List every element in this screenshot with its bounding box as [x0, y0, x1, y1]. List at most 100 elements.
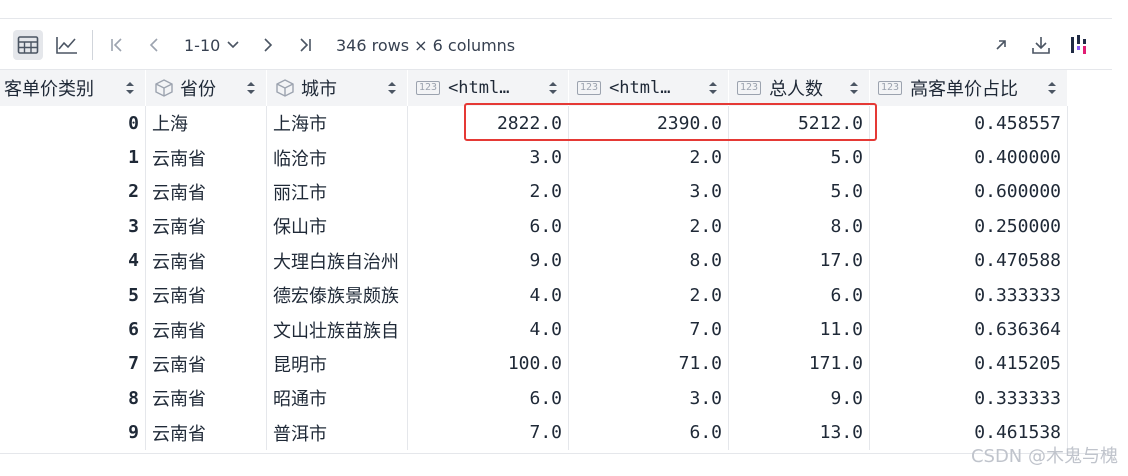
table-row[interactable]: 2 云南省 丽江市 2.0 3.0 5.0 0.600000: [0, 174, 1068, 210]
cell-city[interactable]: 昭通市: [267, 381, 408, 416]
download-button[interactable]: [1026, 30, 1056, 60]
numeric-123-icon: 123: [577, 81, 602, 95]
column-header-html-2[interactable]: 123 <html…: [569, 70, 729, 106]
table-view-button[interactable]: [13, 30, 43, 60]
cell-html-1[interactable]: 4.0: [408, 312, 569, 347]
column-header-city[interactable]: 城市: [267, 70, 408, 106]
cell-city[interactable]: 保山市: [267, 209, 408, 244]
table-row[interactable]: 9 云南省 普洱市 7.0 6.0 13.0 0.461538: [0, 415, 1068, 450]
cell-html-1[interactable]: 3.0: [408, 140, 569, 175]
column-header-price-category[interactable]: 客单价类别: [0, 70, 146, 106]
cell-total[interactable]: 5.0: [729, 140, 870, 175]
sort-icon[interactable]: [387, 81, 397, 95]
column-header-label: 城市: [301, 79, 337, 100]
cell-ratio[interactable]: 0.458557: [870, 106, 1068, 141]
cell-total[interactable]: 5.0: [729, 174, 870, 210]
cell-total[interactable]: 13.0: [729, 415, 870, 450]
first-page-button[interactable]: [102, 30, 132, 60]
cell-ratio[interactable]: 0.333333: [870, 278, 1068, 313]
cell-total[interactable]: 8.0: [729, 209, 870, 244]
cell-ratio[interactable]: 0.600000: [870, 174, 1068, 210]
cell-province[interactable]: 云南省: [146, 381, 267, 416]
cell-city[interactable]: 普洱市: [267, 415, 408, 450]
expand-button[interactable]: [986, 30, 1016, 60]
cell-html-2[interactable]: 7.0: [569, 312, 729, 347]
cell-html-2[interactable]: 2.0: [569, 140, 729, 175]
cell-html-1[interactable]: 9.0: [408, 243, 569, 278]
chevron-down-icon: [227, 41, 239, 49]
cell-city[interactable]: 临沧市: [267, 140, 408, 175]
sort-icon[interactable]: [708, 81, 718, 95]
column-header-label: 总人数: [769, 79, 824, 100]
cell-province[interactable]: 云南省: [146, 346, 267, 382]
table-row[interactable]: 3 云南省 保山市 6.0 2.0 8.0 0.250000: [0, 209, 1068, 244]
bottom-border: [0, 453, 1112, 454]
cell-province[interactable]: 云南省: [146, 278, 267, 313]
last-page-button[interactable]: [290, 30, 320, 60]
cell-html-1[interactable]: 2.0: [408, 174, 569, 210]
column-header-html-1[interactable]: 123 <html…: [408, 70, 569, 106]
cell-total[interactable]: 11.0: [729, 312, 870, 347]
cell-ratio[interactable]: 0.415205: [870, 346, 1068, 382]
cell-html-1[interactable]: 7.0: [408, 415, 569, 450]
next-page-button[interactable]: [252, 30, 282, 60]
cell-province[interactable]: 云南省: [146, 243, 267, 278]
cell-city[interactable]: 大理白族自治州: [267, 243, 408, 278]
sort-icon[interactable]: [1047, 81, 1057, 95]
cell-total[interactable]: 6.0: [729, 278, 870, 313]
table-row[interactable]: 1 云南省 临沧市 3.0 2.0 5.0 0.400000: [0, 140, 1068, 175]
cell-city[interactable]: 昆明市: [267, 346, 408, 382]
cell-city[interactable]: 上海市: [267, 106, 408, 141]
cell-html-1[interactable]: 6.0: [408, 209, 569, 244]
table-row[interactable]: 7 云南省 昆明市 100.0 71.0 171.0 0.415205: [0, 346, 1068, 382]
cell-ratio[interactable]: 0.636364: [870, 312, 1068, 347]
cell-city[interactable]: 丽江市: [267, 174, 408, 210]
cell-city[interactable]: 德宏傣族景颇族: [267, 278, 408, 313]
cell-province[interactable]: 云南省: [146, 140, 267, 175]
cell-html-2[interactable]: 71.0: [569, 346, 729, 382]
sort-icon[interactable]: [246, 81, 256, 95]
row-index: 8: [0, 381, 146, 416]
column-header-high-price-ratio[interactable]: 123 高客单价占比: [870, 70, 1068, 106]
column-header-province[interactable]: 省份: [146, 70, 267, 106]
row-index: 4: [0, 243, 146, 278]
cell-html-2[interactable]: 2.0: [569, 209, 729, 244]
cell-ratio[interactable]: 0.333333: [870, 381, 1068, 416]
cell-ratio[interactable]: 0.470588: [870, 243, 1068, 278]
cell-province[interactable]: 云南省: [146, 312, 267, 347]
data-wrangler-button[interactable]: [1064, 30, 1094, 60]
sort-icon[interactable]: [548, 81, 558, 95]
numeric-123-icon: 123: [416, 81, 441, 95]
table-row[interactable]: 6 云南省 文山壮族苗族自 4.0 7.0 11.0 0.636364: [0, 312, 1068, 347]
cell-html-2[interactable]: 3.0: [569, 174, 729, 210]
table-row[interactable]: 4 云南省 大理白族自治州 9.0 8.0 17.0 0.470588: [0, 243, 1068, 278]
sort-icon[interactable]: [125, 81, 135, 95]
cell-total[interactable]: 9.0: [729, 381, 870, 416]
cell-html-1[interactable]: 6.0: [408, 381, 569, 416]
table-row[interactable]: 8 云南省 昭通市 6.0 3.0 9.0 0.333333: [0, 381, 1068, 416]
cell-html-1[interactable]: 100.0: [408, 346, 569, 382]
arrow-up-right-icon: [996, 40, 1006, 50]
cell-ratio[interactable]: 0.400000: [870, 140, 1068, 175]
cell-province[interactable]: 云南省: [146, 415, 267, 450]
cell-ratio[interactable]: 0.250000: [870, 209, 1068, 244]
table-row[interactable]: 5 云南省 德宏傣族景颇族 4.0 2.0 6.0 0.333333: [0, 278, 1068, 313]
cell-html-2[interactable]: 3.0: [569, 381, 729, 416]
sort-icon[interactable]: [849, 81, 859, 95]
column-header-total-people[interactable]: 123 总人数: [729, 70, 870, 106]
highlight-annotation-box: [464, 103, 877, 141]
cell-total[interactable]: 17.0: [729, 243, 870, 278]
cell-province[interactable]: 云南省: [146, 174, 267, 210]
cell-html-2[interactable]: 2.0: [569, 278, 729, 313]
cell-html-1[interactable]: 4.0: [408, 278, 569, 313]
cell-total[interactable]: 171.0: [729, 346, 870, 382]
cell-html-2[interactable]: 8.0: [569, 243, 729, 278]
chart-view-button[interactable]: [52, 30, 82, 60]
cell-html-2[interactable]: 6.0: [569, 415, 729, 450]
cell-city[interactable]: 文山壮族苗族自: [267, 312, 408, 347]
previous-page-button[interactable]: [140, 30, 170, 60]
cell-province[interactable]: 上海: [146, 106, 267, 141]
cell-province[interactable]: 云南省: [146, 209, 267, 244]
page-range-select[interactable]: 1-10: [184, 33, 240, 57]
column-header-label: <html…: [609, 78, 671, 98]
